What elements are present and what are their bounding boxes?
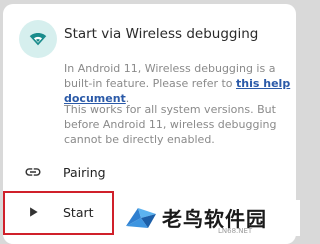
- start-button[interactable]: Start: [63, 205, 94, 220]
- card-title: Start via Wireless debugging: [64, 26, 259, 42]
- start-highlight-box: [3, 191, 114, 235]
- bird-logo-icon: [126, 208, 156, 228]
- play-icon: [24, 203, 42, 221]
- link-icon: [24, 163, 42, 181]
- android11-description: In Android 11, Wireless debugging is a b…: [64, 61, 292, 106]
- watermark: 老鸟软件园 LN68.NET: [122, 200, 300, 236]
- compatibility-note: This works for all system versions. But …: [64, 103, 277, 146]
- wifi-icon: [29, 33, 47, 46]
- watermark-url: LN68.NET: [218, 227, 253, 235]
- wifi-badge: [19, 20, 57, 58]
- pairing-button[interactable]: Pairing: [63, 165, 106, 180]
